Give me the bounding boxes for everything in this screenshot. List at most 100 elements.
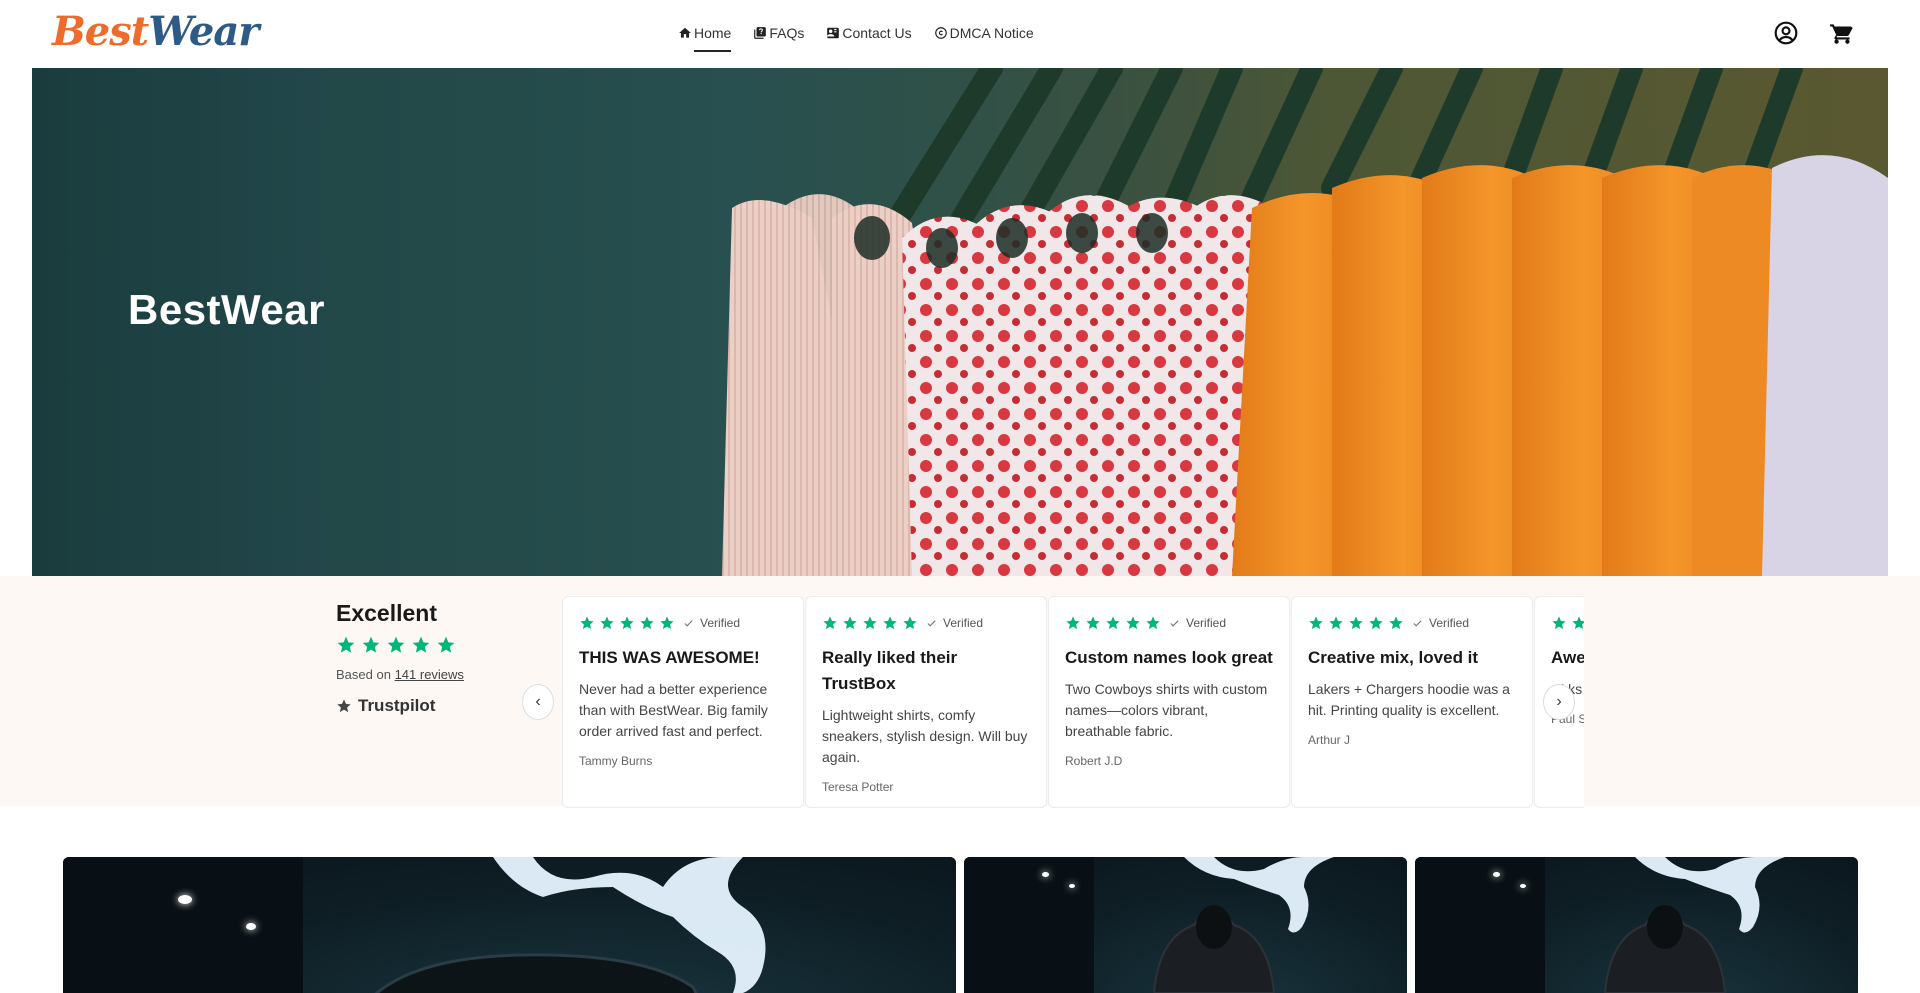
review-title: Custom names look great xyxy=(1065,648,1273,667)
ceiling-light xyxy=(1069,884,1075,888)
product-tile-hoodie-1[interactable] xyxy=(964,857,1407,993)
product-tile-shoe[interactable] xyxy=(63,857,956,993)
nav-faqs-label: FAQs xyxy=(769,25,805,41)
verified-badge: Verified xyxy=(683,616,740,630)
review-title: THIS WAS AWESOME! xyxy=(579,648,760,667)
based-on-text: Based on 141 reviews xyxy=(336,667,486,682)
summary-stars xyxy=(336,635,486,655)
review-body: Lightweight shirts, comfy sneakers, styl… xyxy=(822,707,1028,765)
review-author: Teresa Potter xyxy=(822,780,894,794)
star-icon xyxy=(1552,616,1566,630)
bestwear-logo[interactable]: BestWear xyxy=(52,8,259,55)
check-icon xyxy=(684,619,693,627)
review-carousel: Verified THIS WAS AWESOME! Never had a b… xyxy=(562,596,1584,808)
review-author: Robert J.D xyxy=(1065,754,1123,768)
verified-label: Verified xyxy=(943,616,984,630)
star-icon xyxy=(600,616,614,630)
nav-home[interactable]: Home xyxy=(678,22,732,52)
main-nav: Home FAQs Contact Us DMCA Notice xyxy=(678,22,1056,52)
ceiling-light xyxy=(1042,872,1049,877)
review-title: Awe xyxy=(1551,648,1584,667)
review-card[interactable]: Verified Creative mix, loved it Lakers +… xyxy=(1291,596,1533,808)
faq-book-icon xyxy=(754,27,767,39)
star-icon xyxy=(1389,616,1403,630)
next-review-button[interactable]: › xyxy=(1543,684,1575,720)
star-icon xyxy=(437,636,455,653)
account-circle-icon[interactable] xyxy=(1773,20,1799,46)
star-icon xyxy=(1369,616,1383,630)
nav-contact[interactable]: Contact Us xyxy=(826,22,912,44)
review-author: Tammy Burns xyxy=(579,754,653,768)
star-icon xyxy=(1146,616,1160,630)
star-icon xyxy=(640,616,654,630)
star-icon xyxy=(1349,616,1363,630)
tile-dark-panel xyxy=(1415,857,1545,993)
tile-dark-panel xyxy=(964,857,1094,993)
review-card[interactable]: Verified Really liked their TrustBox Lig… xyxy=(805,596,1047,808)
star-icon xyxy=(1329,616,1343,630)
star-icon xyxy=(1309,616,1323,630)
tile-dark-panel xyxy=(63,857,303,993)
shoe-silhouette xyxy=(374,953,698,993)
logo-part-wear: Wear xyxy=(148,8,259,55)
review-stars xyxy=(822,615,918,631)
reviews-count-link[interactable]: 141 reviews xyxy=(395,667,464,682)
review-stars xyxy=(1308,615,1404,631)
star-icon xyxy=(863,616,877,630)
review-card[interactable]: Verified Custom names look great Two Cow… xyxy=(1048,596,1290,808)
trustpilot-reviews: Excellent Based on 141 reviews Trustpilo… xyxy=(0,576,1920,808)
shopping-cart-icon[interactable] xyxy=(1829,20,1855,46)
review-card-header xyxy=(1551,615,1584,631)
star-icon xyxy=(1106,616,1120,630)
ceiling-light xyxy=(1493,872,1500,877)
review-stars xyxy=(579,615,675,631)
star-icon xyxy=(412,636,430,653)
nav-dmca[interactable]: DMCA Notice xyxy=(934,22,1034,44)
check-icon xyxy=(1413,619,1422,627)
star-icon xyxy=(580,616,594,630)
home-icon xyxy=(679,27,691,38)
chevron-left-icon: ‹ xyxy=(535,693,541,710)
review-body: Lakers + Chargers hoodie was a hit. Prin… xyxy=(1308,681,1510,718)
star-icon xyxy=(620,616,634,630)
review-body: Two Cowboys shirts with custom names—col… xyxy=(1065,681,1268,739)
clothing-rack-illustration xyxy=(722,68,1888,576)
nav-faqs[interactable]: FAQs xyxy=(753,22,804,44)
star-icon xyxy=(1066,616,1080,630)
ceiling-light xyxy=(178,895,192,904)
verified-badge: Verified xyxy=(926,616,983,630)
check-icon xyxy=(927,619,936,627)
star-icon xyxy=(1126,616,1140,630)
review-stars xyxy=(1551,615,1584,631)
chevron-right-icon: › xyxy=(1556,693,1562,710)
star-icon xyxy=(362,636,380,653)
review-title: Really liked their TrustBox xyxy=(822,648,958,693)
star-icon xyxy=(660,616,674,630)
hero-title: BestWear xyxy=(128,286,325,333)
trustpilot-brand[interactable]: Trustpilot xyxy=(336,696,486,716)
review-card[interactable]: Verified THIS WAS AWESOME! Never had a b… xyxy=(562,596,804,808)
review-card-header: Verified xyxy=(1065,615,1273,631)
verified-label: Verified xyxy=(700,616,741,630)
trustpilot-star-icon xyxy=(337,699,351,713)
verified-badge: Verified xyxy=(1412,616,1469,630)
ceiling-light xyxy=(246,923,256,930)
review-title: Creative mix, loved it xyxy=(1308,648,1479,667)
based-prefix: Based on xyxy=(336,667,391,682)
hoodie-silhouette xyxy=(1603,905,1727,993)
trustpilot-label: Trustpilot xyxy=(358,696,436,715)
product-tile-hoodie-2[interactable] xyxy=(1415,857,1858,993)
verified-label: Verified xyxy=(1186,616,1227,630)
review-body: Never had a better experience than with … xyxy=(579,681,768,739)
review-summary: Excellent Based on 141 reviews Trustpilo… xyxy=(336,600,486,716)
logo-part-best: Best xyxy=(52,8,149,55)
star-icon xyxy=(823,616,837,630)
star-icon xyxy=(843,616,857,630)
star-icon xyxy=(903,616,917,630)
review-card-header: Verified xyxy=(579,615,787,631)
verified-badge: Verified xyxy=(1169,616,1226,630)
ceiling-light xyxy=(1520,884,1526,888)
star-icon xyxy=(337,636,355,653)
review-card-header: Verified xyxy=(1308,615,1516,631)
prev-review-button[interactable]: ‹ xyxy=(522,684,554,720)
